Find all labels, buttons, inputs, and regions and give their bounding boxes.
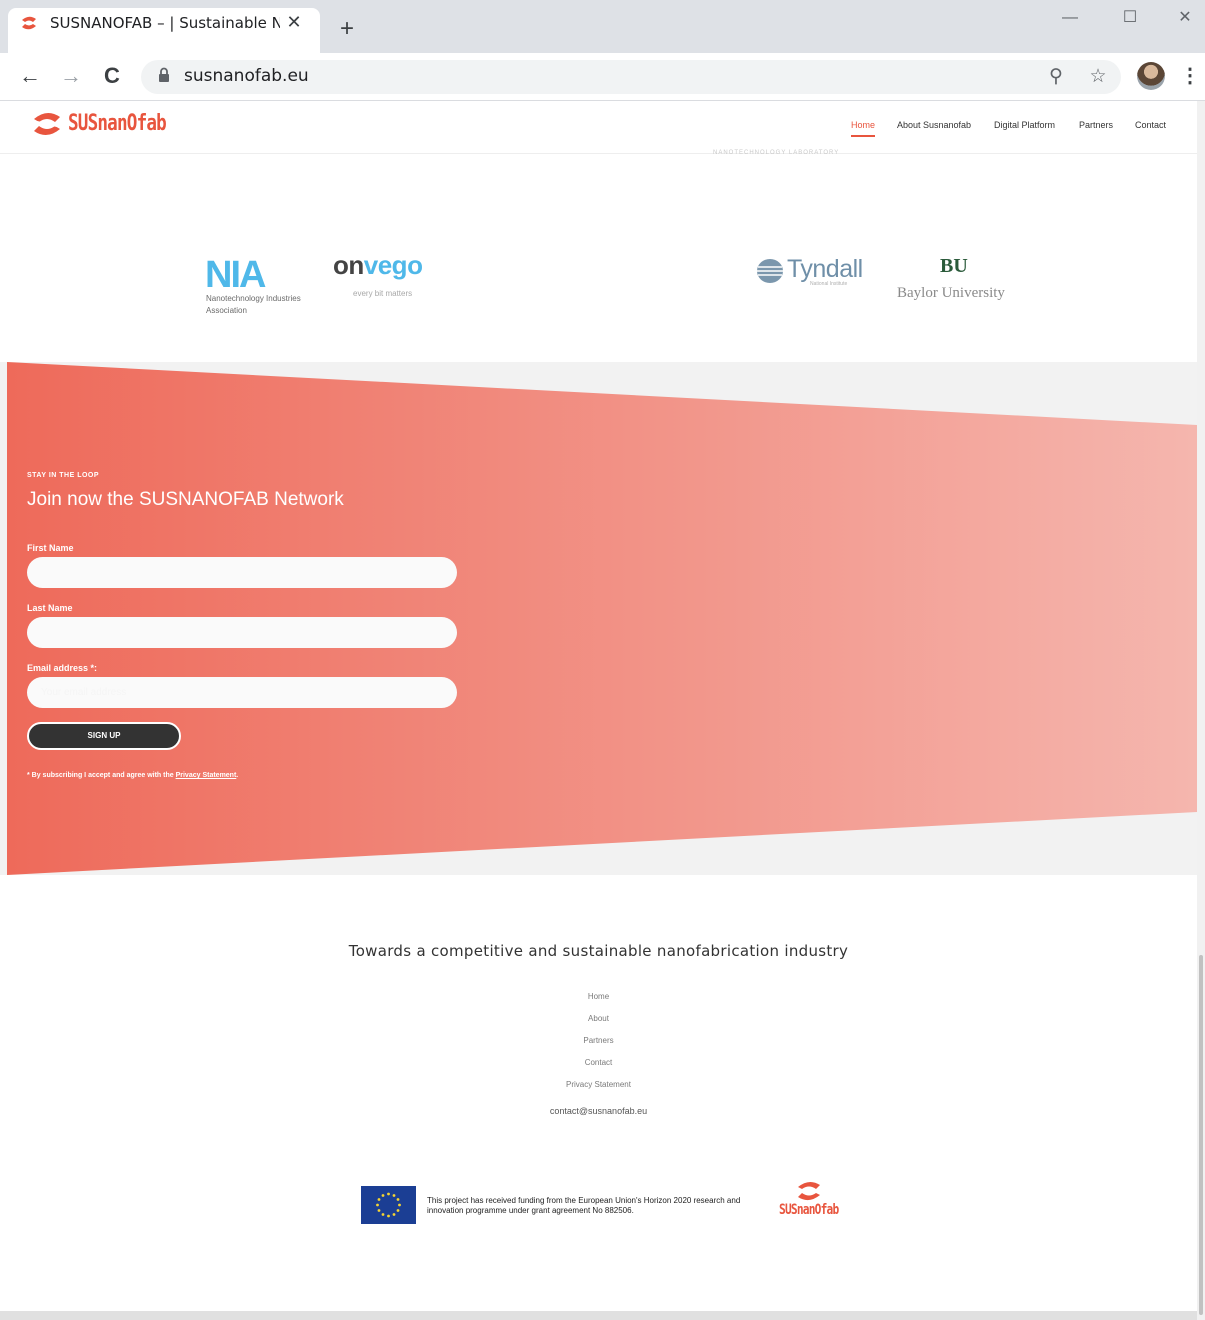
last-name-label: Last Name (27, 603, 73, 613)
zoom-icon[interactable]: ⚲ (1043, 64, 1069, 90)
nav-digital-platform[interactable]: Digital Platform (994, 120, 1055, 130)
nav-home[interactable]: Home (851, 120, 875, 130)
bookmark-star-icon[interactable]: ☆ (1085, 64, 1111, 90)
email-label: Email address *: (27, 663, 98, 673)
footer-link-about[interactable]: About (0, 1014, 1197, 1023)
first-name-input[interactable] (27, 557, 457, 588)
forward-button[interactable]: → (57, 64, 85, 88)
eu-funding-text: This project has received funding from t… (427, 1196, 741, 1215)
bottom-strip (0, 1311, 1197, 1320)
partner-logo-faint: NANOTECHNOLOGY LABORATORY (713, 150, 840, 156)
tab-title: SUSNANOFAB – | Sustainable Na (50, 14, 280, 32)
tyndall-globe-icon (757, 259, 783, 283)
back-button[interactable]: ← (16, 64, 44, 88)
partner-logo-baylor[interactable]: Baylor University (897, 285, 1005, 302)
footer-link-contact[interactable]: Contact (0, 1058, 1197, 1067)
email-input[interactable] (27, 677, 457, 708)
minimize-button[interactable]: — (1048, 4, 1092, 32)
last-name-input[interactable] (27, 617, 457, 648)
susnanofab-logo-icon[interactable] (31, 108, 63, 140)
onvego-accent: vego (363, 250, 423, 280)
browser-menu-icon[interactable]: ⋮ (1180, 62, 1200, 90)
lock-icon (159, 67, 169, 82)
consent-prefix: * By subscribing I accept and agree with… (27, 772, 176, 779)
nav-contact[interactable]: Contact (1135, 120, 1166, 130)
close-window-button[interactable]: ✕ (1163, 4, 1205, 32)
footer-logo-text: SUSnanOfab (779, 1202, 839, 1218)
nav-active-indicator (851, 135, 875, 137)
site-favicon-icon (22, 16, 36, 30)
tab-close-icon[interactable]: ✕ (282, 10, 306, 34)
partner-logo-onvego-subtitle: every bit matters (353, 289, 413, 298)
new-tab-button[interactable]: + (334, 16, 360, 42)
scrollbar-thumb[interactable] (1199, 955, 1203, 1315)
first-name-label: First Name (27, 543, 74, 553)
footer-logo-icon (798, 1181, 820, 1201)
footer-link-privacy[interactable]: Privacy Statement (0, 1080, 1197, 1089)
partner-logo-nia-subtitle: Nanotechnology Industries Association (206, 294, 301, 315)
partner-logo-tyndall-subtitle: National Institute (810, 281, 848, 287)
partner-logo-nia[interactable]: NIA (205, 254, 266, 297)
maximize-button[interactable]: ☐ (1108, 4, 1152, 32)
consent-text: * By subscribing I accept and agree with… (27, 772, 238, 779)
eu-flag-icon (361, 1186, 416, 1224)
sign-up-button[interactable]: SIGN UP (27, 722, 181, 750)
footer-tagline: Towards a competitive and sustainable na… (348, 942, 849, 960)
newsletter-eyebrow: STAY IN THE LOOP (27, 472, 100, 479)
footer-link-partners[interactable]: Partners (0, 1036, 1197, 1045)
partner-logo-onvego[interactable]: onvego (333, 250, 423, 281)
url-text[interactable]: susnanofab.eu (184, 66, 309, 86)
baylor-mark-icon: BU (940, 255, 968, 277)
reload-button[interactable]: C (98, 64, 126, 88)
consent-suffix: . (236, 772, 239, 779)
site-logo-text[interactable]: SUSnanOfab (68, 111, 167, 136)
profile-avatar[interactable] (1137, 62, 1165, 90)
footer-email[interactable]: contact@susnanofab.eu (0, 1106, 1197, 1116)
footer-link-home[interactable]: Home (0, 992, 1197, 1001)
nav-about[interactable]: About Susnanofab (897, 120, 971, 130)
privacy-statement-link[interactable]: Privacy Statement (176, 772, 237, 779)
newsletter-title: Join now the SUSNANOFAB Network (27, 489, 344, 510)
nav-partners[interactable]: Partners (1079, 120, 1113, 130)
partner-logo-tyndall[interactable]: Tyndall (787, 255, 863, 284)
